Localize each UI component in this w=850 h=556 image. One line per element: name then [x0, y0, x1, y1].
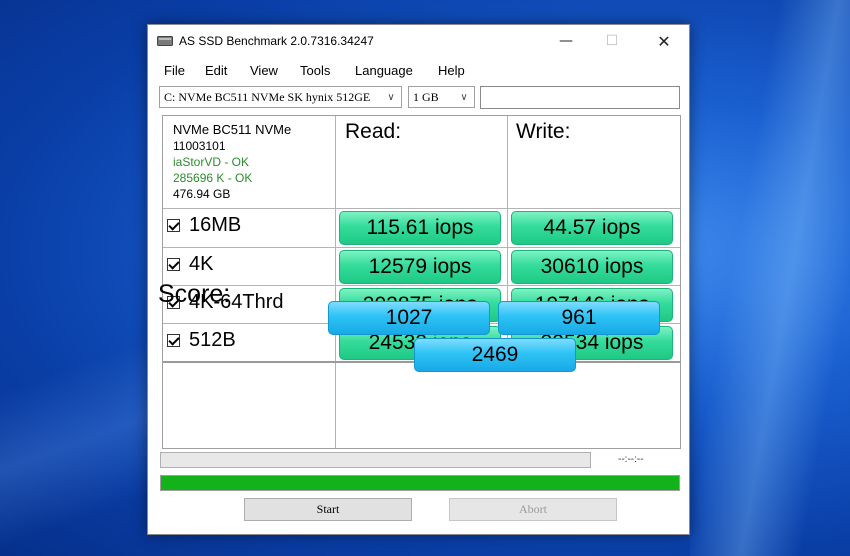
test-size-select[interactable]: 1 GB ∨ — [408, 86, 475, 108]
progress-fill — [161, 476, 679, 490]
driver-status: iaStorVD - OK — [173, 155, 250, 169]
chevron-down-icon: ∨ — [387, 91, 395, 103]
close-button[interactable]: ✕ — [641, 25, 687, 57]
minimize-button[interactable]: — — [543, 25, 589, 57]
results-panel: NVMe BC511 NVMe 11003101 iaStorVD - OK 2… — [162, 115, 681, 449]
menu-help[interactable]: Help — [438, 63, 465, 78]
test-label: 512B — [189, 329, 236, 351]
test-16mb-checkbox[interactable]: 16MB — [167, 214, 241, 237]
test-4k-checkbox[interactable]: 4K — [167, 253, 213, 276]
menu-tools[interactable]: Tools — [300, 63, 330, 78]
test-progress-bar — [160, 452, 591, 468]
drive-firmware: 11003101 — [173, 139, 226, 153]
test-512b-checkbox[interactable]: 512B — [167, 329, 236, 352]
menu-language[interactable]: Language — [355, 63, 413, 78]
alignment-status: 285696 K - OK — [173, 171, 253, 185]
score-total: 2469 — [414, 338, 576, 372]
read-header: Read: — [345, 120, 402, 143]
test-label: 4K — [189, 253, 214, 275]
row-divider — [163, 285, 680, 286]
row-divider — [163, 208, 680, 209]
result-read-4k: 12579 iops — [339, 250, 501, 284]
chevron-down-icon: ∨ — [460, 91, 468, 103]
result-read-16mb: 115.61 iops — [339, 211, 501, 245]
menu-file[interactable]: File — [164, 63, 185, 78]
checkbox-checked-icon — [167, 258, 180, 271]
app-window: AS SSD Benchmark 2.0.7316.34247 — ☐ ✕ Fi… — [147, 24, 690, 535]
menu-view[interactable]: View — [250, 63, 278, 78]
drive-select[interactable]: C: NVMe BC511 NVMe SK hynix 512GE ∨ — [159, 86, 402, 108]
drive-model: NVMe BC511 NVMe — [173, 122, 292, 137]
title-bar[interactable]: AS SSD Benchmark 2.0.7316.34247 — ☐ ✕ — [148, 25, 689, 59]
result-write-4k: 30610 iops — [511, 250, 673, 284]
elapsed-time: --:--:-- — [618, 454, 644, 465]
checkbox-checked-icon — [167, 334, 180, 347]
wallpaper-light-streak — [0, 300, 150, 556]
drive-capacity: 476.94 GB — [173, 187, 231, 201]
score-write: 961 — [498, 301, 660, 335]
menu-edit[interactable]: Edit — [205, 63, 227, 78]
maximize-button[interactable]: ☐ — [589, 25, 635, 57]
score-label: Score: — [158, 280, 231, 308]
overall-progress-bar — [160, 475, 680, 491]
start-button[interactable]: Start — [244, 498, 412, 521]
row-divider — [163, 247, 680, 248]
column-divider — [335, 116, 336, 448]
drive-select-value: C: NVMe BC511 NVMe SK hynix 512GE — [164, 90, 371, 104]
test-size-value: 1 GB — [413, 90, 439, 104]
window-title: AS SSD Benchmark 2.0.7316.34247 — [179, 34, 374, 48]
drive-icon — [157, 36, 173, 46]
test-label: 16MB — [189, 214, 242, 236]
name-input[interactable] — [480, 86, 680, 109]
drive-info: NVMe BC511 NVMe 11003101 iaStorVD - OK 2… — [173, 122, 291, 202]
score-read: 1027 — [328, 301, 490, 335]
result-write-16mb: 44.57 iops — [511, 211, 673, 245]
wallpaper-light-streak — [690, 0, 850, 556]
checkbox-checked-icon — [167, 219, 180, 232]
abort-button[interactable]: Abort — [449, 498, 617, 521]
write-header: Write: — [516, 120, 571, 143]
